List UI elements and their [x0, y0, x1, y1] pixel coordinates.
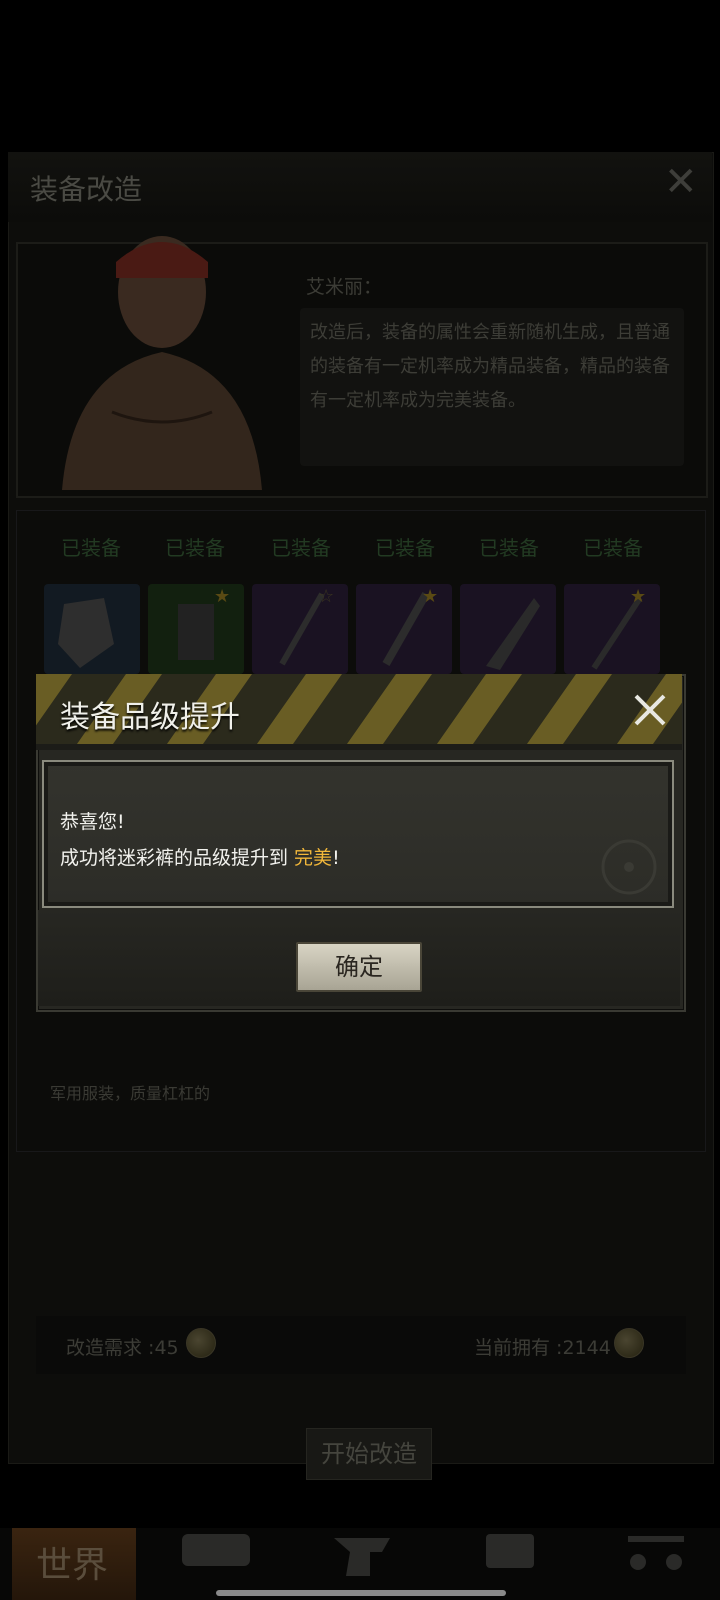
shield-icon: [58, 598, 114, 668]
svg-text:★: ★: [422, 586, 438, 607]
equip-card-armor[interactable]: ★: [148, 584, 244, 674]
dialog-title: 装备品级提升: [60, 700, 240, 735]
backpack-icon[interactable]: [178, 1530, 254, 1574]
cart-icon[interactable]: [626, 1530, 686, 1574]
nav-world-label: 世界: [36, 1545, 109, 1586]
blade-icon: ☆: [279, 586, 334, 666]
close-icon[interactable]: [628, 688, 672, 732]
owned-label: 当前拥有 :2144: [474, 1337, 611, 1359]
machete-icon: ★: [382, 586, 438, 666]
equipped-tag: 已装备: [583, 536, 643, 560]
npc-portrait: [62, 236, 262, 490]
armor-icon: ★: [178, 586, 230, 660]
item-description: 军用服装，质量杠杠的: [50, 1084, 211, 1103]
message-prefix: 成功将迷彩裤的品级提升到: [60, 847, 295, 869]
coin-icon: [614, 1328, 644, 1358]
equip-card-blade[interactable]: ☆: [252, 584, 348, 674]
message-suffix: !: [332, 847, 340, 869]
svg-text:★: ★: [630, 586, 646, 607]
anvil-icon[interactable]: [330, 1530, 394, 1580]
equip-card-knife[interactable]: [460, 584, 556, 674]
npc-name: 艾米丽：: [306, 276, 383, 298]
message-line-congrats: 恭喜您!: [60, 811, 125, 833]
equip-card-machete[interactable]: ★: [356, 584, 452, 674]
npc-speech-text: 改造后，装备的属性会重新随机生成，且普通的装备有一定机率成为精品装备，精品的装备…: [310, 322, 670, 411]
svg-text:★: ★: [214, 586, 230, 607]
sword-icon: ★: [591, 586, 646, 670]
home-indicator: [216, 1590, 506, 1596]
confirm-button[interactable]: 确定: [296, 942, 422, 992]
equipped-tag: 已装备: [479, 536, 539, 560]
equip-card-shield[interactable]: [44, 584, 140, 674]
panel-close-icon[interactable]: ✕: [664, 162, 698, 202]
equip-card-sword[interactable]: ★: [564, 584, 660, 674]
start-modify-button[interactable]: 开始改造: [306, 1428, 432, 1480]
radiation-icon: [601, 839, 657, 895]
equipped-tag: 已装备: [375, 536, 435, 560]
grade-highlight: 完美: [294, 847, 333, 869]
message-box: [42, 760, 674, 908]
requirement-label: 改造需求 :45: [66, 1337, 179, 1359]
coin-icon: [186, 1328, 216, 1358]
message-line-result: 成功将迷彩裤的品级提升到 完美!: [60, 843, 340, 870]
grid-icon[interactable]: [482, 1530, 538, 1578]
equipped-tag: 已装备: [271, 536, 331, 560]
knife-icon: [486, 598, 540, 670]
panel-title: 装备改造: [30, 173, 143, 206]
equipped-tag: 已装备: [165, 536, 225, 560]
svg-text:☆: ☆: [318, 586, 334, 607]
equipped-tag: 已装备: [61, 536, 121, 560]
